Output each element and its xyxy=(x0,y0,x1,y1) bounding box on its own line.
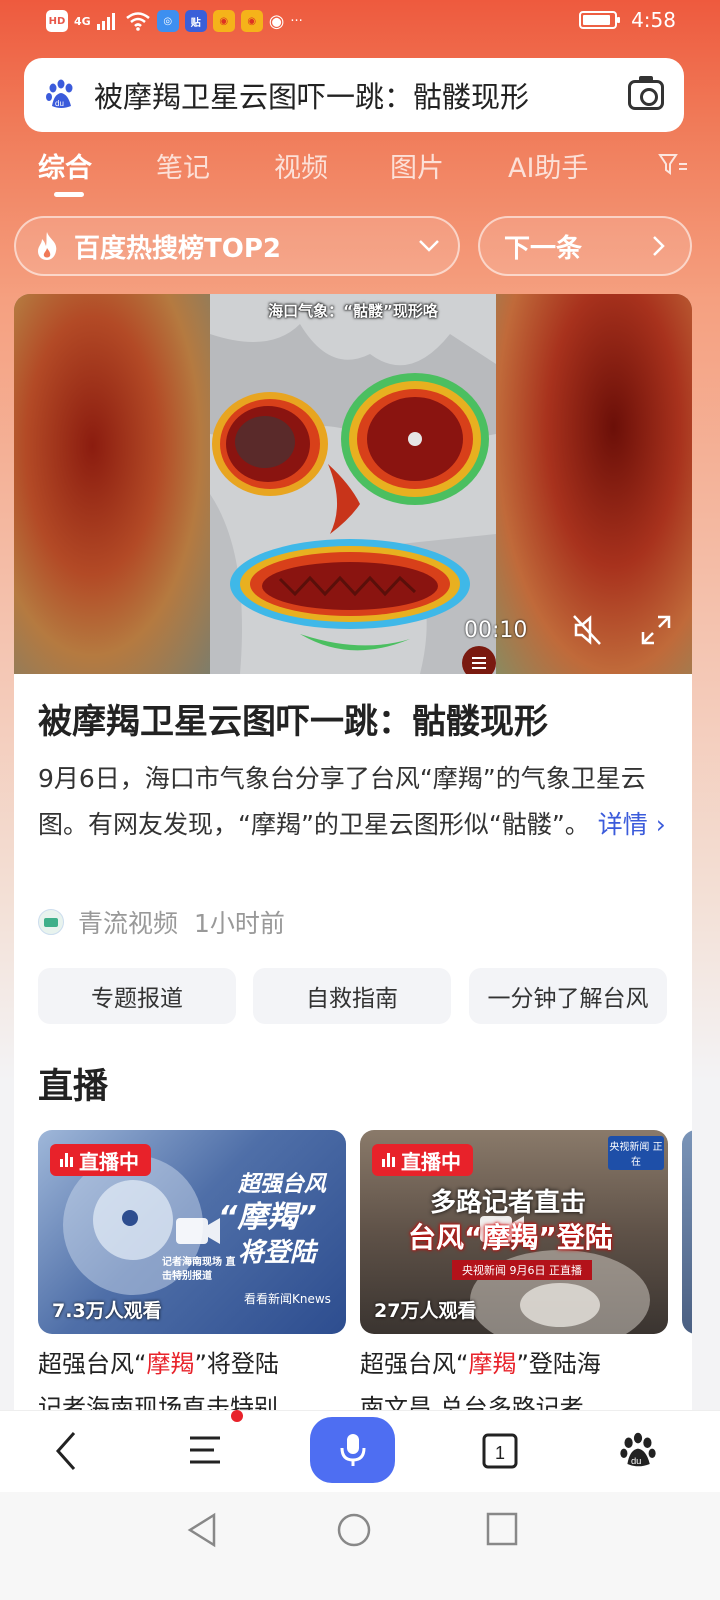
active-tab-indicator xyxy=(54,192,84,197)
system-back-icon[interactable] xyxy=(186,1512,218,1548)
video-player[interactable]: 海口气象：“骷髅”现形咯 00:10 xyxy=(14,294,692,674)
live-title-2-line2: 南文昌 总台多路记者 xyxy=(360,1394,584,1410)
fullscreen-icon[interactable] xyxy=(640,614,672,646)
microphone-icon xyxy=(340,1434,365,1466)
related-chips: 专题报道 自救指南 一分钟了解台风 xyxy=(38,968,668,1024)
search-tabs: 综合 笔记 视频 图片 AI助手 xyxy=(38,146,688,202)
system-recents-icon[interactable] xyxy=(486,1512,518,1546)
live-card-2[interactable]: 直播中 央视新闻 正在 多路记者直击 台风“摩羯”登陆 央视新闻 9月6日 正直… xyxy=(360,1130,668,1334)
clock: 4:58 xyxy=(631,8,676,32)
live-title-1-line2: 记者海南现场直击特别 xyxy=(38,1394,278,1410)
overlay-title-line2: “摩羯” xyxy=(218,1200,317,1235)
baidu-paw-icon: du xyxy=(46,79,73,108)
weibo-icon-2: ◉ xyxy=(240,10,263,32)
tab-ai-assistant[interactable]: AI助手 xyxy=(508,146,588,185)
live-bars-icon xyxy=(60,1153,73,1167)
network-4g-icon: 4G xyxy=(74,14,91,28)
chip-self-rescue-guide[interactable]: 自救指南 xyxy=(253,968,451,1024)
baidu-home-icon[interactable]: du xyxy=(618,1431,658,1471)
hot-search-rank[interactable]: 百度热搜榜TOP2 xyxy=(14,216,460,276)
viewer-count: 27万人观看 xyxy=(374,1300,477,1322)
mute-icon[interactable] xyxy=(570,612,606,648)
live-title-2[interactable]: 超强台风“摩羯”登陆海 南文昌 总台多路记者 xyxy=(360,1342,670,1410)
status-icons-left: HD 4G ◎ 贴 ◉ ◉ ◉ ··· xyxy=(46,10,303,32)
filter-icon[interactable] xyxy=(658,152,688,178)
overlay-title-line2: 台风“摩羯”登陆 xyxy=(408,1221,613,1254)
result-source[interactable]: 青流视频 1小时前 xyxy=(38,904,285,940)
more-icons: ··· xyxy=(290,13,303,29)
weibo-icon: ◉ xyxy=(212,10,235,32)
detail-link[interactable]: 详情 › xyxy=(598,810,666,839)
live-title-1-line1: 超强台风“摩羯”将登陆 xyxy=(38,1350,279,1378)
next-item-label: 下一条 xyxy=(504,233,583,264)
tab-comprehensive[interactable]: 综合 xyxy=(38,146,92,185)
overlay-subtitle: 央视新闻 9月6日 正直播 xyxy=(452,1260,592,1280)
live-badge: 直播中 xyxy=(372,1144,473,1176)
tab-notes[interactable]: 笔记 xyxy=(156,146,210,185)
camera-icon[interactable] xyxy=(628,76,664,110)
result-description: 9月6日，海口市气象台分享了台风“摩羯”的气象卫星云图。有网友发现，“摩羯”的卫… xyxy=(38,756,668,848)
overlay-title-line1: 多路记者直击 xyxy=(430,1188,587,1218)
live-title-1[interactable]: 超强台风“摩羯”将登陆 记者海南现场直击特别 xyxy=(38,1342,348,1410)
menu-icon[interactable] xyxy=(188,1433,222,1467)
battery-icon xyxy=(579,11,621,29)
next-item-button[interactable]: 下一条 xyxy=(478,216,692,276)
svg-text:du: du xyxy=(55,99,64,108)
source-name: 青流视频 xyxy=(78,909,179,938)
overlay-title-line3: 将登陆 xyxy=(238,1238,317,1268)
video-blur-left xyxy=(14,294,210,674)
wifi-icon xyxy=(125,12,150,31)
search-query[interactable]: 被摩羯卫星云图吓一跳：骷髅现形 xyxy=(94,74,628,116)
back-icon[interactable] xyxy=(52,1429,80,1473)
chip-special-report[interactable]: 专题报道 xyxy=(38,968,236,1024)
viewer-count: 7.3万人观看 xyxy=(52,1300,162,1322)
flame-icon xyxy=(38,232,57,260)
live-title-2-line1: 超强台风“摩羯”登陆海 xyxy=(360,1350,601,1378)
weibo-icon-3: ◉ xyxy=(268,10,285,32)
status-bar: HD 4G ◎ 贴 ◉ ◉ ◉ ··· 4:58 xyxy=(0,0,720,44)
search-box[interactable]: du 被摩羯卫星云图吓一跳：骷髅现形 xyxy=(24,58,684,132)
overlay-subtitle: 记者海南现场 直击特别报道 xyxy=(162,1257,236,1282)
system-home-icon[interactable] xyxy=(336,1512,372,1548)
tabs-count-icon[interactable]: 1 xyxy=(482,1433,518,1469)
signal-icon xyxy=(96,13,115,30)
status-icons-right: 4:58 xyxy=(579,8,676,32)
tab-images[interactable]: 图片 xyxy=(390,146,444,185)
svg-text:1: 1 xyxy=(495,1443,505,1463)
hot-rank-label: 百度热搜榜TOP2 xyxy=(74,233,281,264)
chevron-right-icon xyxy=(653,236,665,256)
system-nav-bar xyxy=(0,1492,720,1600)
tab-video[interactable]: 视频 xyxy=(274,146,328,185)
source-logo-icon xyxy=(38,909,64,935)
notification-dot xyxy=(231,1410,243,1422)
overlay-brand: 央视新闻 正在 xyxy=(608,1136,664,1170)
live-card-1[interactable]: 直播中 超强台风 “摩羯” 将登陆 记者海南现场 直击特别报道 看看新闻Knew… xyxy=(38,1130,346,1334)
live-bars-icon xyxy=(382,1153,395,1167)
voice-search-button[interactable] xyxy=(310,1417,395,1483)
video-time: 00:10 xyxy=(464,618,528,643)
chip-typhoon-explainer[interactable]: 一分钟了解台风 xyxy=(469,968,667,1024)
tieba-icon: 贴 xyxy=(184,10,207,32)
live-badge: 直播中 xyxy=(50,1144,151,1176)
hd-icon: HD xyxy=(46,10,68,32)
app-icon: ◎ xyxy=(156,10,179,32)
video-menu-icon[interactable] xyxy=(462,646,496,674)
live-card-3-partial[interactable] xyxy=(682,1130,692,1334)
video-caption: 海口气象：“骷髅”现形咯 xyxy=(268,302,438,320)
publish-time: 1小时前 xyxy=(194,909,285,938)
result-card: 海口气象：“骷髅”现形咯 00:10 被摩羯卫星云图吓一跳：骷髅现形 9月6日，… xyxy=(14,294,692,1410)
result-description-text: 9月6日，海口市气象台分享了台风“摩羯”的气象卫星云图。有网友发现，“摩羯”的卫… xyxy=(38,764,646,839)
result-title[interactable]: 被摩羯卫星云图吓一跳：骷髅现形 xyxy=(38,694,548,743)
satellite-cloud-image: 海口气象：“骷髅”现形咯 xyxy=(210,294,496,674)
chevron-down-icon[interactable] xyxy=(418,239,440,253)
satellite-graphic xyxy=(210,294,496,674)
live-section-heading: 直播 xyxy=(38,1067,109,1107)
overlay-brand: 看看新闻Knews xyxy=(244,1292,331,1306)
svg-text:du: du xyxy=(631,1455,641,1466)
